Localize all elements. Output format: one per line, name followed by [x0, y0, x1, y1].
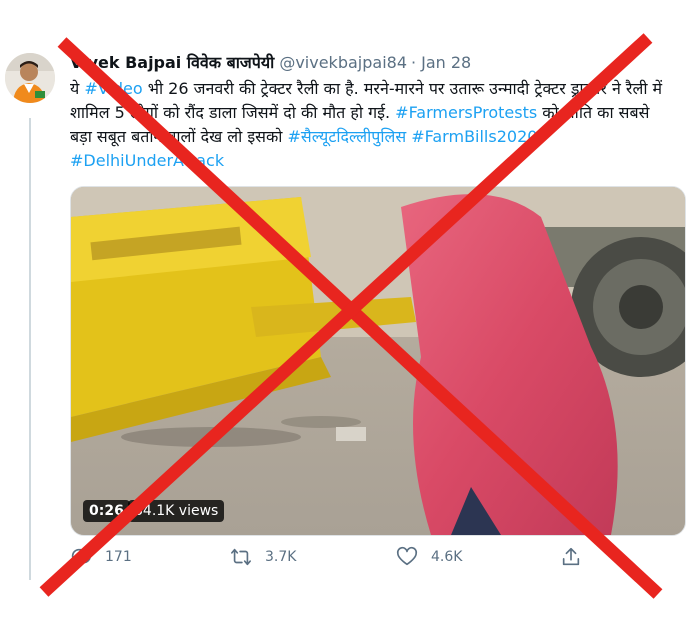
tweet-text-part: ये [70, 79, 85, 98]
retweet-count: 3.7K [265, 549, 297, 565]
tweet: Vivek Bajpai विवेक बाजपेयी @vivekbajpai8… [70, 52, 690, 173]
tweet-date[interactable]: Jan 28 [421, 52, 471, 74]
video-duration: 0:26 [83, 500, 130, 522]
thread-line [29, 118, 31, 580]
tweet-header: Vivek Bajpai विवेक बाजपेयी @vivekbajpai8… [70, 52, 690, 74]
author-handle[interactable]: @vivekbajpai84 [279, 52, 407, 74]
avatar-photo [5, 53, 55, 103]
hashtag-delhi-under-attack[interactable]: #DelhiUnderAttack [70, 151, 224, 170]
retweet-button[interactable]: 3.7K [230, 546, 296, 568]
hashtag-farmers-protests[interactable]: #FarmersProtests [395, 103, 537, 122]
avatar[interactable] [5, 53, 55, 103]
hashtag-farmbills2020[interactable]: #FarmBills2020 [411, 127, 537, 146]
video-views: 64.1K views [128, 500, 225, 522]
share-icon [560, 546, 582, 568]
author-name[interactable]: Vivek Bajpai विवेक बाजपेयी [70, 52, 274, 74]
reply-count: 171 [105, 549, 132, 565]
tweet-actions: 171 3.7K 4.6K [70, 546, 630, 576]
video-frame [71, 187, 685, 535]
tweet-text: ये #Video भी 26 जनवरी की ट्रेक्टर रैली क… [70, 77, 670, 173]
retweet-icon [230, 546, 252, 568]
like-button[interactable]: 4.6K [396, 546, 462, 568]
hashtag-video[interactable]: #Video [84, 79, 142, 98]
video-player[interactable]: 0:26 64.1K views [70, 186, 686, 536]
hashtag-salute-delhi-police[interactable]: #सैल्यूटदिल्लीपुलिस [288, 127, 407, 146]
heart-icon [396, 546, 418, 568]
like-count: 4.6K [431, 549, 463, 565]
share-button[interactable] [560, 546, 595, 568]
reply-button[interactable]: 171 [70, 546, 132, 568]
reply-icon [70, 546, 92, 568]
header-separator: · [411, 53, 417, 72]
